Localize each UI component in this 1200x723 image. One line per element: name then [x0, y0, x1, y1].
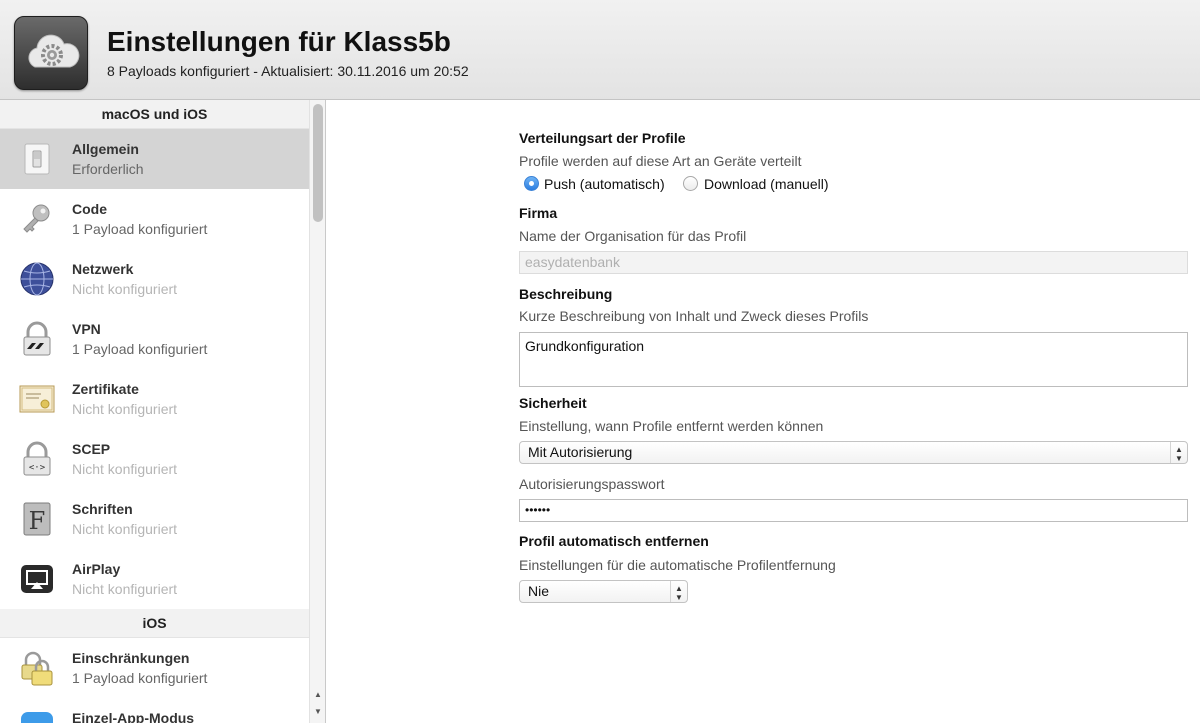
globe-icon — [19, 261, 55, 297]
radio-push-label[interactable]: Push (automatisch) — [544, 176, 665, 192]
sidebar-item-title: Zertifikate — [72, 381, 139, 397]
svg-text:<·>: <·> — [29, 463, 46, 473]
distribution-description: Profile werden auf diese Art an Geräte v… — [519, 153, 802, 169]
sidebar-item-status: 1 Payload konfiguriert — [72, 341, 208, 357]
company-description: Name der Organisation für das Profil — [519, 228, 747, 244]
key-icon — [19, 201, 55, 237]
auto-remove-description: Einstellungen für die automatische Profi… — [519, 557, 836, 573]
select-arrows-icon: ▲ ▼ — [1170, 442, 1187, 463]
select-arrows-icon: ▲ ▼ — [670, 581, 687, 602]
switch-icon — [19, 141, 55, 177]
company-field[interactable]: easydatenbank — [519, 251, 1188, 274]
description-textarea[interactable]: Grundkonfiguration — [519, 332, 1188, 387]
sidebar-item-status: 1 Payload konfiguriert — [72, 221, 208, 237]
payload-sidebar: macOS und iOS Allgemein Erforderlich Cod… — [0, 100, 326, 723]
airplay-icon — [19, 561, 55, 597]
sidebar-item-allgemein[interactable]: Allgemein Erforderlich — [0, 129, 309, 189]
sidebar-item-status: Nicht konfiguriert — [72, 521, 178, 537]
section-header-ios: iOS — [0, 609, 309, 638]
description-label: Beschreibung — [519, 286, 613, 302]
scroll-down-arrow-icon[interactable]: ▼ — [310, 705, 325, 719]
scep-lock-icon: <·> — [19, 441, 55, 477]
radio-download[interactable] — [683, 176, 698, 191]
sidebar-item-title: AirPlay — [72, 561, 121, 577]
sidebar-item-title: Schriften — [72, 501, 133, 517]
scroll-up-arrow-icon[interactable]: ▲ — [310, 688, 325, 702]
sidebar-item-status: Nicht konfiguriert — [72, 461, 178, 477]
radio-push[interactable] — [524, 176, 539, 191]
sidebar-item-scep[interactable]: <·> SCEP Nicht konfiguriert — [0, 429, 309, 489]
sidebar-item-schriften[interactable]: F Schriften Nicht konfiguriert — [0, 489, 309, 549]
sidebar-item-title: Einzel-App-Modus — [72, 710, 195, 723]
cloud-gear-icon — [14, 16, 88, 90]
sidebar-item-title: Allgemein — [72, 141, 139, 157]
sidebar-item-airplay[interactable]: AirPlay Nicht konfiguriert — [0, 549, 309, 609]
auto-remove-select[interactable]: Nie ▲ ▼ — [519, 580, 688, 603]
password-field[interactable]: •••••• — [519, 499, 1188, 522]
general-settings-form: Verteilungsart der Profile Profile werde… — [327, 100, 1200, 723]
sidebar-item-zertifikate[interactable]: Zertifikate Nicht konfiguriert — [0, 369, 309, 429]
payload-list: macOS und iOS Allgemein Erforderlich Cod… — [0, 100, 309, 723]
sidebar-item-status: Nicht konfiguriert — [72, 401, 178, 417]
security-select-value: Mit Autorisierung — [528, 444, 633, 460]
sidebar-item-title: Netzwerk — [72, 261, 134, 277]
sidebar-item-netzwerk[interactable]: Netzwerk Nicht konfiguriert — [0, 249, 309, 309]
sidebar-item-status: 1 Payload konfiguriert — [72, 670, 208, 686]
certificate-icon — [19, 381, 55, 417]
page-title: Einstellungen für Klass5b — [107, 26, 451, 57]
security-description: Einstellung, wann Profile entfernt werde… — [519, 418, 824, 434]
sidebar-item-code[interactable]: Code 1 Payload konfiguriert — [0, 189, 309, 249]
section-header-macos-ios: macOS und iOS — [0, 100, 309, 129]
page-subtitle: 8 Payloads konfiguriert - Aktualisiert: … — [107, 63, 469, 79]
restrictions-lock-icon — [19, 650, 55, 686]
sidebar-item-status: Erforderlich — [72, 161, 144, 177]
sidebar-item-einzel-app-modus[interactable]: Einzel-App-Modus — [0, 698, 309, 723]
sidebar-item-title: Einschränkungen — [72, 650, 190, 666]
security-select[interactable]: Mit Autorisierung ▲ ▼ — [519, 441, 1188, 464]
auto-remove-label: Profil automatisch entfernen — [519, 533, 709, 549]
font-icon: F — [19, 501, 55, 537]
description-hint: Kurze Beschreibung von Inhalt und Zweck … — [519, 308, 869, 324]
sidebar-item-status: Nicht konfiguriert — [72, 581, 178, 597]
app-store-icon — [19, 710, 55, 723]
sidebar-item-title: VPN — [72, 321, 101, 337]
sidebar-item-vpn[interactable]: VPN 1 Payload konfiguriert — [0, 309, 309, 369]
distribution-label: Verteilungsart der Profile — [519, 130, 686, 146]
profile-header: Einstellungen für Klass5b 8 Payloads kon… — [0, 0, 1200, 100]
password-label: Autorisierungspasswort — [519, 476, 665, 492]
security-label: Sicherheit — [519, 395, 587, 411]
svg-text:F: F — [29, 507, 46, 535]
vpn-lock-icon — [19, 321, 55, 357]
sidebar-item-title: SCEP — [72, 441, 111, 457]
sidebar-scrollbar[interactable]: ▲ ▼ — [309, 100, 325, 723]
company-label: Firma — [519, 205, 558, 221]
scrollbar-thumb[interactable] — [313, 104, 323, 222]
radio-download-label[interactable]: Download (manuell) — [704, 176, 829, 192]
sidebar-item-status: Nicht konfiguriert — [72, 281, 178, 297]
sidebar-item-einschraenkungen[interactable]: Einschränkungen 1 Payload konfiguriert — [0, 638, 309, 698]
auto-remove-select-value: Nie — [528, 583, 550, 599]
sidebar-item-title: Code — [72, 201, 107, 217]
